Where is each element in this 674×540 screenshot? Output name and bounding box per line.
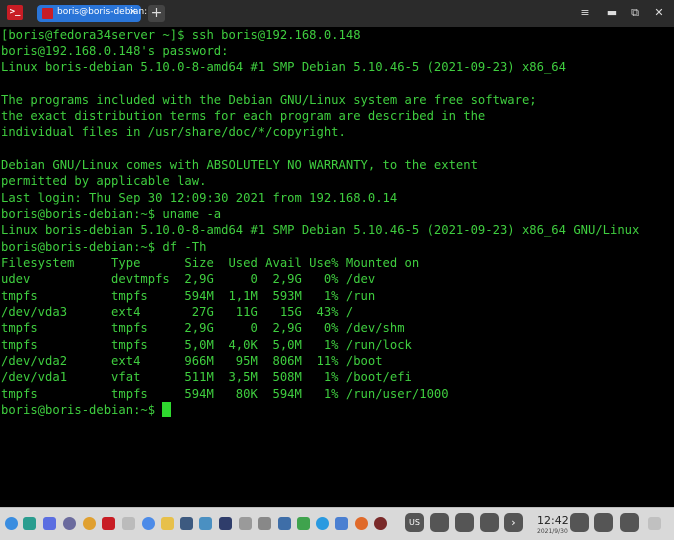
terminal-output[interactable]: [boris@fedora34server ~]$ ssh boris@192.… <box>0 27 674 507</box>
camera-icon[interactable] <box>239 517 252 530</box>
terminal-line: boris@192.168.0.148's password: <box>1 44 229 58</box>
terminal-line: boris@boris-debian:~$ df -Th <box>1 240 207 254</box>
terminal-line: Linux boris-debian 5.10.0-8-amd64 #1 SMP… <box>1 60 566 74</box>
minimize-button[interactable]: ▬ <box>604 5 620 21</box>
tab-terminal[interactable]: boris@boris-debian: ~ × <box>37 5 158 22</box>
title-bar: >_ boris@boris-debian: ~ × + ≡ ▬ ⧉ ✕ <box>0 0 674 27</box>
terminal-prompt: boris@boris-debian:~$ <box>1 403 163 417</box>
terminal-taskbar-icon[interactable] <box>102 517 115 530</box>
tab-close-icon[interactable]: × <box>129 7 137 17</box>
terminal-line: udev devtmpfs 2,9G 0 2,9G 0% /dev <box>1 272 376 286</box>
terminal-line: tmpfs tmpfs 594M 1,1M 593M 1% /run <box>1 289 376 303</box>
editor-icon[interactable] <box>180 517 193 530</box>
pen-icon[interactable] <box>480 513 499 532</box>
new-tab-button[interactable]: + <box>148 5 165 22</box>
chrome-icon[interactable] <box>83 517 96 530</box>
files-icon[interactable] <box>23 517 36 530</box>
terminal-line: the exact distribution terms for each pr… <box>1 109 486 123</box>
terminal-line: Last login: Thu Sep 30 12:09:30 2021 fro… <box>1 191 398 205</box>
terminal-line: tmpfs tmpfs 594M 80K 594M 1% /run/user/1… <box>1 387 449 401</box>
screenshot-icon[interactable] <box>335 517 348 530</box>
terminal-line: individual files in /usr/share/doc/*/cop… <box>1 125 346 139</box>
notes-icon[interactable] <box>161 517 174 530</box>
settings-icon[interactable] <box>43 517 56 530</box>
firefox-icon[interactable] <box>355 517 368 530</box>
taskbar: US › 12:42 2021/9/30 <box>0 507 674 540</box>
terminal-line: Debian GNU/Linux comes with ABSOLUTELY N… <box>1 158 478 172</box>
terminal-line: The programs included with the Debian GN… <box>1 93 537 107</box>
power-icon[interactable] <box>620 513 639 532</box>
apps-icon[interactable] <box>199 517 212 530</box>
telegram-icon[interactable] <box>316 517 329 530</box>
keyboard-layout-indicator[interactable]: US <box>405 513 424 532</box>
terminal-line: /dev/vda1 vfat 511M 3,5M 508M 1% /boot/e… <box>1 370 412 384</box>
app-tray-icon[interactable] <box>455 513 474 532</box>
terminal-icon <box>42 8 53 19</box>
dictionary-icon[interactable] <box>258 517 271 530</box>
terminal-line: /dev/vda2 ext4 966M 95M 806M 11% /boot <box>1 354 383 368</box>
trash-icon[interactable] <box>648 517 661 530</box>
launcher-icon[interactable] <box>5 517 18 530</box>
terminal-app-icon[interactable]: >_ <box>7 5 23 20</box>
pycharm-icon[interactable] <box>278 517 291 530</box>
close-button[interactable]: ✕ <box>651 5 667 21</box>
wechat-icon[interactable] <box>297 517 310 530</box>
chevron-right-icon[interactable]: › <box>504 513 523 532</box>
ide-icon[interactable] <box>219 517 232 530</box>
browser-icon[interactable] <box>63 517 76 530</box>
terminal-line: tmpfs tmpfs 2,9G 0 2,9G 0% /dev/shm <box>1 321 405 335</box>
display-icon[interactable] <box>594 513 613 532</box>
terminal-cursor <box>162 402 171 417</box>
restore-button[interactable]: ⧉ <box>627 5 643 21</box>
menu-icon[interactable]: ≡ <box>577 5 593 21</box>
terminal-line: boris@boris-debian:~$ uname -a <box>1 207 222 221</box>
media-icon[interactable] <box>374 517 387 530</box>
notification-bell-icon[interactable] <box>570 513 589 532</box>
terminal-line: [boris@fedora34server ~]$ ssh boris@192.… <box>1 28 361 42</box>
terminal-line: /dev/vda3 ext4 27G 11G 15G 43% / <box>1 305 354 319</box>
vm-icon[interactable] <box>122 517 135 530</box>
clock-time[interactable]: 12:42 <box>537 514 569 527</box>
terminal-line: Linux boris-debian 5.10.0-8-amd64 #1 SMP… <box>1 223 640 237</box>
terminal-line: permitted by applicable law. <box>1 174 207 188</box>
input-method-icon[interactable] <box>430 513 449 532</box>
chat-icon[interactable] <box>142 517 155 530</box>
terminal-line: Filesystem Type Size Used Avail Use% Mou… <box>1 256 420 270</box>
tab-title: boris@boris-debian: ~ <box>57 7 158 17</box>
clock-date[interactable]: 2021/9/30 <box>537 528 568 535</box>
terminal-line: tmpfs tmpfs 5,0M 4,0K 5,0M 1% /run/lock <box>1 338 412 352</box>
